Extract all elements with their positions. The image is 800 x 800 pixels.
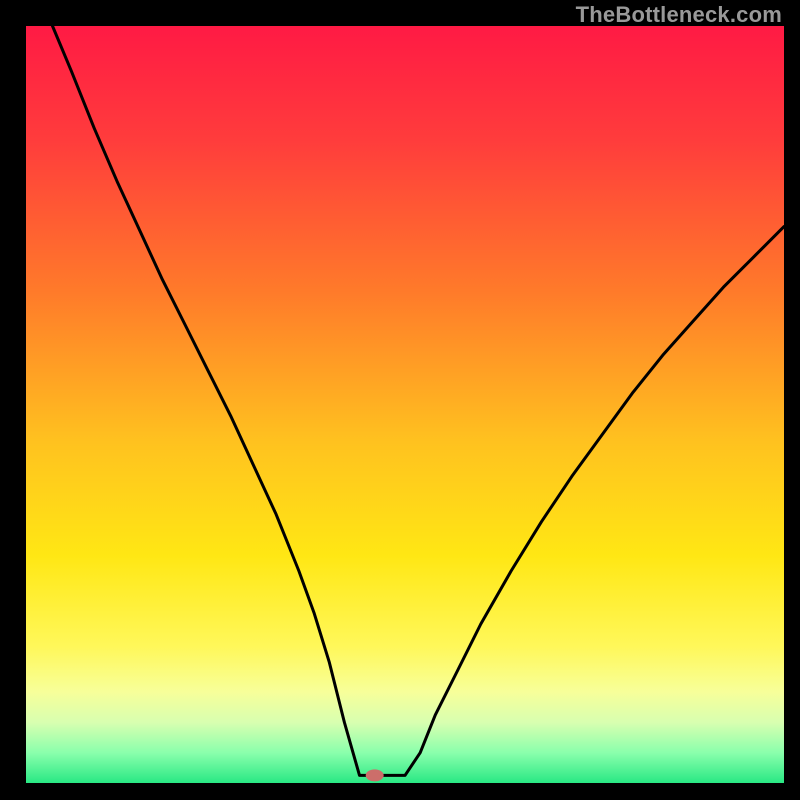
plot-background <box>26 26 784 783</box>
optimal-point-marker <box>366 769 384 781</box>
bottleneck-chart <box>0 0 800 800</box>
chart-frame: TheBottleneck.com <box>0 0 800 800</box>
watermark-text: TheBottleneck.com <box>576 2 782 28</box>
